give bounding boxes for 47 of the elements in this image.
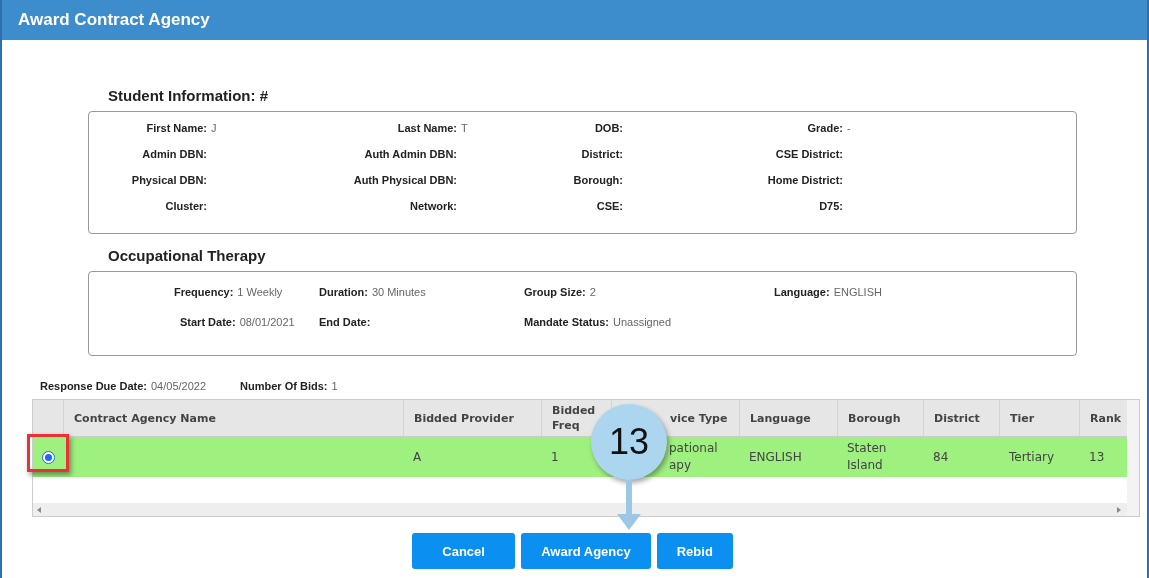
field-label: Last Name: bbox=[396, 122, 457, 134]
field-label: Frequency: bbox=[174, 286, 234, 298]
table-cell: A bbox=[413, 448, 422, 466]
table-cell: Tertiary bbox=[1009, 448, 1055, 466]
field-label: DOB: bbox=[593, 122, 623, 134]
field-label: Group Size: bbox=[524, 286, 586, 298]
field-label: Grade: bbox=[806, 122, 843, 134]
field-value: 2 bbox=[589, 286, 596, 298]
field-value: 1 bbox=[331, 380, 338, 392]
field-label: Duration: bbox=[319, 286, 368, 298]
section-heading: Student Information: # bbox=[108, 87, 269, 104]
field-label: Admin DBN: bbox=[141, 148, 207, 160]
field-label: End Date: bbox=[319, 316, 371, 328]
field-label: Physical DBN: bbox=[130, 174, 207, 186]
field-value: 08/01/2021 bbox=[239, 316, 295, 328]
table-cell-text: pational apy bbox=[669, 440, 719, 474]
field-value: - bbox=[847, 122, 851, 134]
field-value: J bbox=[211, 122, 217, 134]
field-label: Start Date: bbox=[180, 316, 236, 328]
field-label: Mandate Status: bbox=[524, 316, 609, 328]
field-label: Response Due Date: bbox=[40, 380, 147, 392]
field-label: CSE: bbox=[595, 200, 623, 212]
field-label: Language: bbox=[774, 286, 830, 298]
field-value: 1 Weekly bbox=[237, 286, 283, 298]
table-cell: 13 bbox=[1089, 448, 1105, 466]
field-value: Unassigned bbox=[612, 316, 672, 328]
field-label: Auth Admin DBN: bbox=[363, 148, 457, 160]
field-label: Network: bbox=[408, 200, 457, 212]
field-label: Cluster: bbox=[164, 200, 207, 212]
field-label: First Name: bbox=[145, 122, 207, 134]
window-title: Award Contract Agency bbox=[18, 10, 210, 29]
table-cell: 1 bbox=[551, 448, 559, 466]
field-label: Number Of Bids: bbox=[240, 380, 328, 392]
section-heading: Occupational Therapy bbox=[108, 247, 267, 264]
table-cell: 84 bbox=[933, 448, 949, 466]
field-value: T bbox=[461, 122, 468, 134]
table-cell-text: Staten Island bbox=[847, 440, 888, 474]
field-value: 04/05/2022 bbox=[151, 380, 207, 392]
field-value: ENGLISH bbox=[833, 286, 882, 298]
field-label: Borough: bbox=[572, 174, 623, 186]
field-label: CSE District: bbox=[774, 148, 843, 160]
field-label: Auth Physical DBN: bbox=[352, 174, 457, 186]
table-cell: ENGLISH bbox=[749, 448, 802, 466]
field-label: District: bbox=[580, 148, 623, 160]
field-label: Home District: bbox=[766, 174, 843, 186]
field-label: D75: bbox=[818, 200, 843, 212]
field-value: 30 Minutes bbox=[371, 286, 426, 298]
